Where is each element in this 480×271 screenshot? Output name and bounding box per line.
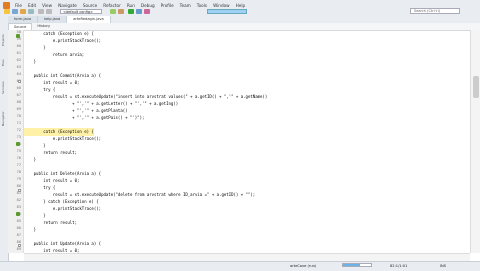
menu-window[interactable]: Window <box>210 0 233 8</box>
undo-icon[interactable] <box>38 9 44 14</box>
tab-history[interactable]: History <box>32 23 55 30</box>
menu-team[interactable]: Team <box>177 0 194 8</box>
debug-icon[interactable] <box>136 9 142 14</box>
memory-indicator[interactable] <box>207 9 247 14</box>
line-number: 72 <box>16 128 21 132</box>
line-number: 66 <box>16 86 21 90</box>
fold-icon[interactable] <box>18 189 21 192</box>
menu-run[interactable]: Run <box>124 0 138 8</box>
scroll-thumb[interactable] <box>473 76 479 98</box>
menu-tools[interactable]: Tools <box>194 0 210 8</box>
profile-icon[interactable] <box>144 9 150 14</box>
code-line[interactable]: } <box>24 156 36 164</box>
line-number: 71 <box>16 121 21 125</box>
code-line[interactable]: } <box>24 226 36 234</box>
line-number: 67 <box>16 93 21 97</box>
files-tab[interactable]: Files <box>1 52 7 66</box>
line-number: 64 <box>16 72 21 76</box>
line-number: 87 <box>16 233 21 237</box>
menu-debug[interactable]: Debug <box>138 0 158 8</box>
menu-help[interactable]: Help <box>233 0 249 8</box>
menu-navigate[interactable]: Navigate <box>55 0 80 8</box>
menu-view[interactable]: View <box>39 0 55 8</box>
hint-icon[interactable] <box>16 34 20 38</box>
menu-file[interactable]: File <box>12 0 25 8</box>
fold-icon[interactable] <box>18 80 21 83</box>
tab-kelp-java[interactable]: kelp.java <box>38 16 68 23</box>
fold-icon[interactable] <box>18 244 21 247</box>
menu-edit[interactable]: Edit <box>25 0 39 8</box>
code-editor[interactable]: catch (Exception e) { e.printStackTrace(… <box>24 30 469 253</box>
line-number: 63 <box>16 65 21 69</box>
vertical-scrollbar[interactable] <box>470 30 480 253</box>
build-icon[interactable] <box>110 9 116 14</box>
hint-icon[interactable] <box>16 212 20 216</box>
config-select[interactable]: <default config> <box>60 9 102 14</box>
clean-build-icon[interactable] <box>118 9 124 14</box>
app-icon <box>3 2 10 9</box>
line-number: 70 <box>16 114 21 118</box>
menu-source[interactable]: Source <box>80 0 100 8</box>
line-number: 89 <box>16 247 21 251</box>
menu-profile[interactable]: Profile <box>158 0 177 8</box>
line-number: 79 <box>16 177 21 181</box>
tab-arteredagin-java[interactable]: arteRedagin.java <box>67 16 111 23</box>
code-line[interactable]: } <box>24 58 36 66</box>
new-file-icon[interactable] <box>12 9 18 14</box>
line-number: 80 <box>16 184 21 188</box>
code-line[interactable]: + "','" + a.getPais() + "')"); <box>24 114 144 122</box>
services-tab[interactable]: Services <box>1 72 7 94</box>
menu-refactor[interactable]: Refactor <box>100 0 124 8</box>
search-input[interactable]: Search (Ctrl+I) <box>410 8 460 14</box>
line-number: 78 <box>16 170 21 174</box>
progress-bar <box>342 263 372 267</box>
line-number: 86 <box>16 226 21 230</box>
navigator-tab[interactable]: Navigator <box>1 100 7 126</box>
editor-tab-bar: form.java kelp.java arteRedagin.java <box>8 16 480 23</box>
tab-form-java[interactable]: form.java <box>8 16 39 23</box>
line-number: 73 <box>16 135 21 139</box>
tab-source[interactable]: Source <box>8 23 33 30</box>
line-number: 75 <box>16 149 21 153</box>
line-number: 76 <box>16 156 21 160</box>
run-icon[interactable] <box>128 9 134 14</box>
open-icon[interactable] <box>20 9 26 14</box>
line-number: 60 <box>16 44 21 48</box>
hint-icon[interactable] <box>16 142 20 146</box>
line-number: 68 <box>16 100 21 104</box>
line-number: 62 <box>16 58 21 62</box>
save-icon[interactable] <box>28 9 34 14</box>
progress-fill <box>343 264 360 266</box>
line-number: 69 <box>16 107 21 111</box>
line-number: 83 <box>16 205 21 209</box>
line-number: 82 <box>16 198 21 202</box>
new-project-icon[interactable] <box>4 9 10 14</box>
projects-tab[interactable]: Projects <box>1 22 7 46</box>
redo-icon[interactable] <box>46 9 52 14</box>
line-number: 61 <box>16 51 21 55</box>
line-number: 85 <box>16 219 21 223</box>
line-number: 77 <box>16 163 21 167</box>
